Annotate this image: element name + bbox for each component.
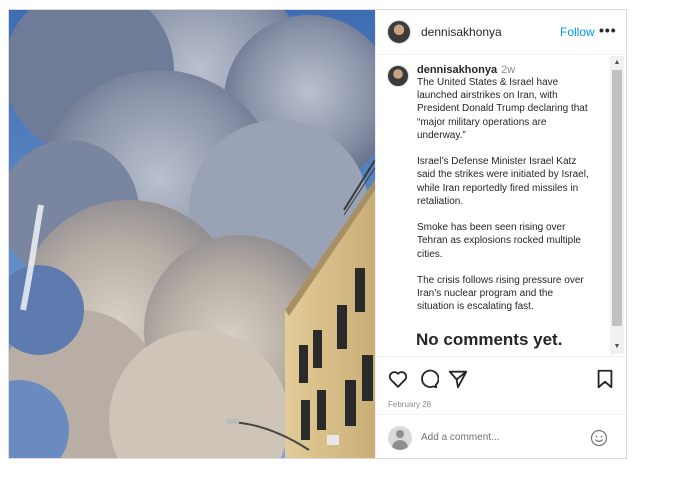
no-comments-label: No comments yet. [416,330,563,349]
caption-header: dennisakhonya 2w [417,64,515,76]
comments-scrollbar[interactable]: ▲ ▼ [610,56,624,354]
caption-avatar[interactable] [387,65,409,87]
caption-paragraph: Smoke has been seen rising over Tehran a… [417,222,581,260]
scroll-down-arrow-icon[interactable]: ▼ [610,340,624,354]
post-actions: February 28 [376,356,626,414]
emoji-icon[interactable] [590,429,608,447]
post-date[interactable]: February 28 [388,400,431,409]
user-avatar-icon [388,426,412,450]
smoke-cloud-photo [9,10,375,458]
post-header: dennisakhonya Follow ••• [376,10,626,55]
author-username[interactable]: dennisakhonya [421,25,502,39]
caption-paragraph: The United States & Israel have launched… [417,77,588,141]
bookmark-icon[interactable] [594,368,616,390]
share-icon[interactable] [447,368,469,390]
caption-paragraph: The crisis follows rising pressure over … [417,275,584,313]
author-avatar[interactable] [387,20,411,44]
more-options-icon[interactable]: ••• [599,22,617,38]
post-card: dennisakhonya Follow ••• dennisakhonya 2w… [8,9,627,459]
comment-input[interactable] [421,428,581,446]
post-image[interactable] [9,10,375,458]
add-comment-bar [376,414,626,458]
caption-paragraph: Israel’s Defense Minister Israel Katz sa… [417,156,589,207]
caption-timestamp[interactable]: 2w [501,64,515,76]
comment-icon[interactable] [417,368,439,390]
post-side-panel: dennisakhonya Follow ••• dennisakhonya 2w… [375,10,626,458]
comments-section: dennisakhonya 2w The United States & Isra… [376,56,626,356]
scrollbar-thumb[interactable] [612,70,622,326]
caption-username[interactable]: dennisakhonya [417,64,497,76]
heart-icon[interactable] [387,368,409,390]
scroll-up-arrow-icon[interactable]: ▲ [610,56,624,70]
caption-text: The United States & Israel have launched… [417,76,617,327]
follow-button[interactable]: Follow [560,25,595,39]
